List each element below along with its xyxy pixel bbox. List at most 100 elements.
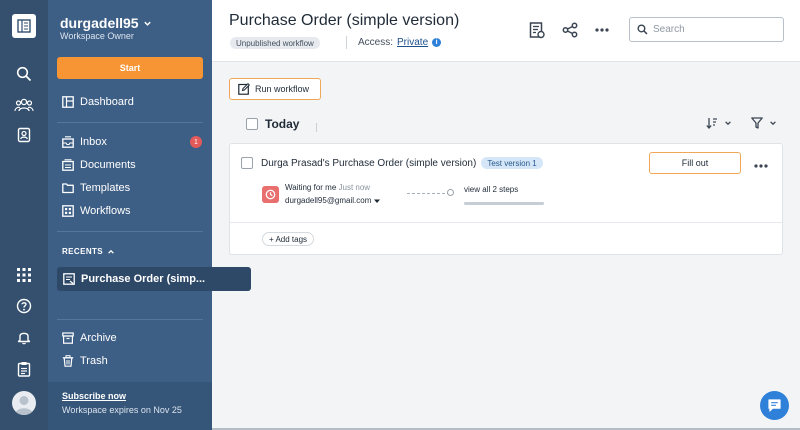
search-placeholder: Search xyxy=(653,24,685,35)
status-badge: Unpublished workflow xyxy=(230,37,320,49)
divider xyxy=(57,319,203,320)
step-connector xyxy=(407,193,450,194)
subscription-footer: Subscribe now Workspace expires on Nov 2… xyxy=(48,382,212,430)
start-button[interactable]: Start xyxy=(57,57,203,79)
sidebar-item-label: Templates xyxy=(80,182,131,194)
sidebar-item-label: Workflows xyxy=(80,205,131,217)
workflows-icon xyxy=(62,205,74,217)
clock-icon xyxy=(262,186,279,203)
chat-support-button[interactable] xyxy=(760,391,789,420)
help-icon[interactable] xyxy=(12,294,36,318)
workflow-settings-icon[interactable] xyxy=(527,20,547,40)
row-checkbox[interactable] xyxy=(241,157,253,169)
team-icon[interactable] xyxy=(12,93,36,117)
assignee-dropdown[interactable]: durgadell95@gmail.com xyxy=(285,196,381,205)
subscribe-link[interactable]: Subscribe now xyxy=(62,391,126,401)
step-node xyxy=(447,189,454,196)
recents-toggle[interactable]: RECENTS xyxy=(62,247,115,256)
run-title-row: Durga Prasad's Purchase Order (simple ve… xyxy=(261,157,543,169)
workflow-doc-icon xyxy=(63,273,75,285)
divider xyxy=(57,231,203,232)
step-status: Waiting for me Just now xyxy=(285,183,370,192)
trash-icon xyxy=(62,355,74,367)
access-info: Access: Private i xyxy=(358,37,442,48)
icon-rail xyxy=(0,0,48,430)
documents-icon xyxy=(62,159,74,171)
search-input[interactable]: Search xyxy=(629,17,784,42)
steps-progress-fill xyxy=(464,202,544,205)
chevron-up-icon xyxy=(108,249,114,254)
divider xyxy=(230,222,782,223)
card-more-icon[interactable] xyxy=(754,155,768,173)
dashboard-icon xyxy=(62,96,74,108)
contacts-icon[interactable] xyxy=(12,123,36,147)
apps-grid-icon[interactable] xyxy=(12,263,36,287)
expiry-notice: Workspace expires on Nov 25 xyxy=(62,405,182,415)
sidebar-item-label: Dashboard xyxy=(80,96,134,108)
add-tags-button[interactable]: + Add tags xyxy=(262,232,315,246)
filter-icon xyxy=(751,117,763,129)
share-icon[interactable] xyxy=(560,20,580,40)
run-title[interactable]: Durga Prasad's Purchase Order (simple ve… xyxy=(261,158,476,169)
sidebar-item-archive[interactable]: Archive xyxy=(62,329,202,347)
run-workflow-label: Run workflow xyxy=(255,84,310,94)
group-label: Today xyxy=(265,117,300,131)
recent-item-label: Purchase Order (simp... xyxy=(81,273,206,285)
chevron-down-icon xyxy=(143,21,151,26)
search-icon xyxy=(637,24,648,35)
filter-button[interactable] xyxy=(751,117,777,129)
divider xyxy=(346,36,347,49)
inbox-icon xyxy=(62,136,74,148)
page-title: Purchase Order (simple version) xyxy=(229,12,460,29)
sidebar-item-inbox[interactable]: Inbox 1 xyxy=(62,133,202,151)
chevron-down-icon xyxy=(770,121,776,126)
version-badge: Test version 1 xyxy=(481,157,543,169)
assignee-email: durgadell95@gmail.com xyxy=(285,196,372,205)
folder-icon xyxy=(62,183,74,194)
divider xyxy=(316,123,317,132)
sidebar-item-documents[interactable]: Documents xyxy=(62,156,202,174)
sidebar-item-label: Inbox xyxy=(80,136,107,148)
group-header: Today xyxy=(229,110,783,138)
sidebar-item-templates[interactable]: Templates xyxy=(62,179,202,197)
fill-out-button[interactable]: Fill out xyxy=(649,152,741,174)
page-header: Purchase Order (simple version) Unpublis… xyxy=(212,0,800,62)
status-text: Waiting for me xyxy=(285,183,337,192)
clipboard-icon[interactable] xyxy=(12,357,36,381)
avatar[interactable] xyxy=(12,391,36,415)
divider xyxy=(57,122,203,123)
sidebar-item-workflows[interactable]: Workflows xyxy=(62,202,202,220)
recents-header: RECENTS xyxy=(62,247,104,256)
view-steps-link[interactable]: view all 2 steps xyxy=(464,185,518,194)
archive-icon xyxy=(62,332,74,344)
search-icon[interactable] xyxy=(12,62,36,86)
sidebar-item-label: Trash xyxy=(80,355,108,367)
run-workflow-button[interactable]: Run workflow xyxy=(229,78,321,100)
sidebar-item-label: Documents xyxy=(80,159,136,171)
workspace-role: Workspace Owner xyxy=(60,31,134,41)
workspace-switcher[interactable]: durgadell95 xyxy=(60,15,152,31)
info-icon[interactable]: i xyxy=(432,38,442,47)
workflow-run-card: Durga Prasad's Purchase Order (simple ve… xyxy=(229,143,783,255)
inbox-count-badge: 1 xyxy=(190,136,202,148)
logo-icon[interactable] xyxy=(12,14,36,38)
edit-icon xyxy=(238,83,250,95)
access-label: Access: xyxy=(358,37,394,48)
caret-down-icon xyxy=(374,199,381,203)
chat-icon xyxy=(768,399,781,412)
status-time: Just now xyxy=(338,183,371,192)
sort-icon xyxy=(706,118,717,129)
recent-item-purchase-order[interactable]: Purchase Order (simp... xyxy=(57,267,251,291)
access-link[interactable]: Private xyxy=(397,37,428,48)
sidebar: durgadell95 Workspace Owner Start Dashbo… xyxy=(48,0,251,430)
sort-button[interactable] xyxy=(706,117,732,129)
sidebar-item-label: Archive xyxy=(80,332,117,344)
more-options-icon[interactable] xyxy=(592,20,612,40)
chevron-down-icon xyxy=(725,121,731,126)
sidebar-item-trash[interactable]: Trash xyxy=(62,352,202,370)
steps-progress-bar xyxy=(464,202,544,205)
sidebar-item-dashboard[interactable]: Dashboard xyxy=(62,93,202,111)
workspace-name: durgadell95 xyxy=(60,15,139,31)
select-all-checkbox[interactable] xyxy=(246,118,258,130)
bell-icon[interactable] xyxy=(12,325,36,349)
